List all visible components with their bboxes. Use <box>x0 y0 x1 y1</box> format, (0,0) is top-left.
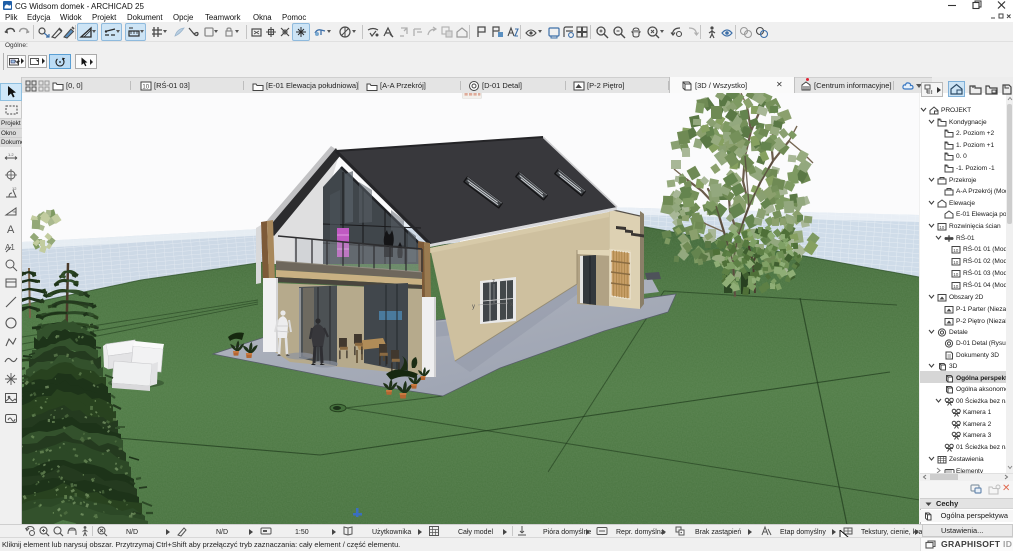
svg-text:z: z <box>492 279 495 285</box>
svg-text:10: 10 <box>939 225 945 230</box>
svg-text:10: 10 <box>953 260 959 265</box>
svg-text:1.2: 1.2 <box>8 152 14 157</box>
svg-text:10: 10 <box>142 85 149 91</box>
svg-text:y: y <box>472 304 475 310</box>
svg-text:12: 12 <box>12 186 17 191</box>
svg-text:10: 10 <box>953 248 959 253</box>
svg-text:10: 10 <box>953 272 959 277</box>
svg-text:10: 10 <box>953 283 959 288</box>
svg-text:A: A <box>7 224 15 236</box>
svg-text:x: x <box>510 302 513 308</box>
svg-text:%: % <box>12 209 16 214</box>
